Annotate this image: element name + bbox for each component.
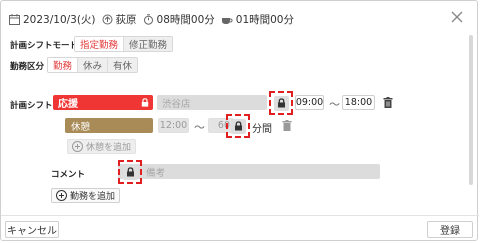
calendar-icon [9, 13, 20, 25]
location-lock-button[interactable] [273, 95, 289, 111]
assignment-select[interactable]: 応援 [53, 95, 153, 110]
break-label: 休憩 [71, 121, 91, 133]
add-break-label: 休憩を追加 [86, 143, 132, 153]
trash-icon[interactable] [282, 120, 292, 131]
break-lock-button[interactable] [230, 118, 246, 134]
header-break-hours: 01時間00分 [235, 13, 294, 26]
plan-mode-label: 計画シフトモード [10, 41, 79, 51]
assignment-value: 応援 [58, 99, 78, 110]
break-lock-highlight [226, 114, 250, 138]
comment-placeholder: 備考 [146, 167, 166, 179]
plan-shift-label: 計画シフト [10, 101, 53, 111]
shift-edit-dialog: 2023/10/3(火) 荻原 08時間00分 01時間00分 計画シフトモード… [0, 0, 479, 241]
break-type-bar[interactable]: 休憩 [65, 118, 153, 133]
comment-label: コメント [51, 170, 86, 180]
work-type-option-off[interactable]: 休み [78, 58, 109, 72]
break-tilde: 〜 [194, 121, 205, 134]
dialog-header: 2023/10/3(火) 荻原 08時間00分 01時間00分 [9, 9, 294, 29]
shift-tilde: 〜 [329, 98, 340, 111]
submit-button[interactable]: 登録 [427, 221, 473, 238]
break-unit: 分間 [252, 124, 272, 135]
footer-divider [1, 215, 479, 216]
work-type-option-paid-leave[interactable]: 有休 [108, 58, 138, 72]
store-icon [102, 14, 113, 24]
comment-lock-button[interactable] [122, 164, 138, 180]
location-field[interactable]: 渋谷店 [157, 95, 267, 110]
lock-icon [141, 98, 149, 107]
coffee-cup-icon [221, 17, 233, 24]
add-work-button[interactable]: 勤務を追加 [51, 188, 121, 203]
plan-mode-option-modified[interactable]: 修正勤務 [124, 37, 173, 51]
add-break-button[interactable]: 休憩を追加 [67, 139, 137, 154]
header-work-hours: 08時間00分 [156, 13, 215, 26]
add-work-label: 勤務を追加 [70, 192, 116, 202]
comment-lock-highlight [118, 160, 142, 184]
comment-field[interactable]: 備考 [118, 164, 380, 179]
shift-start-time[interactable]: 09:00 [295, 95, 324, 110]
work-type-toggle: 勤務 休み 有休 [47, 57, 139, 73]
plan-mode-option-fixed[interactable]: 指定勤務 [75, 37, 125, 51]
cancel-button[interactable]: キャンセル [5, 221, 59, 238]
trash-icon[interactable] [383, 97, 393, 108]
work-type-option-work[interactable]: 勤務 [48, 58, 79, 72]
location-placeholder: 渋谷店 [162, 98, 191, 110]
work-type-label: 勤務区分 [10, 62, 45, 72]
header-store: 荻原 [115, 13, 137, 26]
lock-icon [126, 167, 134, 177]
lock-icon [234, 121, 242, 131]
plus-circle-icon [56, 190, 67, 201]
header-date: 2023/10/3(火) [23, 13, 96, 26]
lock-icon [277, 98, 285, 108]
stopwatch-icon [143, 13, 153, 25]
location-lock-highlight [269, 91, 293, 115]
close-icon[interactable] [449, 9, 465, 25]
break-start-time[interactable]: 12:00 [158, 118, 189, 133]
plus-circle-icon [72, 141, 83, 152]
scrollbar[interactable] [469, 35, 473, 185]
shift-end-time[interactable]: 18:00 [342, 95, 375, 110]
plan-mode-toggle: 指定勤務 修正勤務 [74, 36, 174, 52]
